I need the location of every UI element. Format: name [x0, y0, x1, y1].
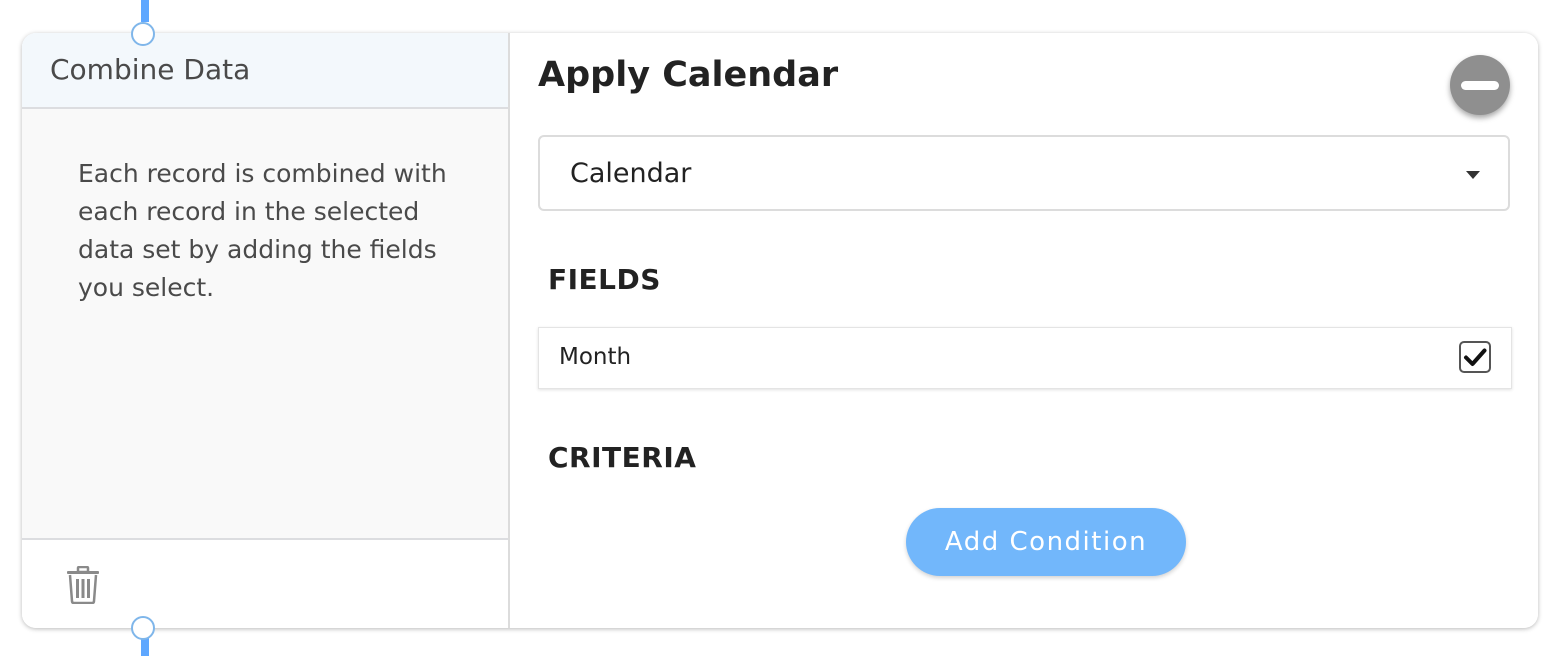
field-row-month[interactable]: Month — [538, 327, 1512, 389]
step-description: Each record is combined with each record… — [78, 159, 447, 302]
trash-icon[interactable] — [66, 566, 100, 604]
step-config-panel: Apply Calendar Calendar FIELDS Month CRI… — [510, 33, 1538, 628]
calendar-select[interactable]: Calendar — [538, 135, 1510, 211]
minus-circle-icon — [1461, 81, 1499, 90]
field-checkbox-month[interactable] — [1459, 341, 1491, 373]
checkmark-icon — [1464, 348, 1487, 366]
field-label: Month — [559, 344, 632, 370]
connector-node-top[interactable] — [131, 22, 155, 46]
remove-step-button[interactable] — [1450, 55, 1510, 115]
step-card: Combine Data Each record is combined wit… — [22, 33, 1538, 628]
connector-line-top — [141, 0, 149, 22]
fields-heading: FIELDS — [548, 263, 661, 296]
step-info-panel: Combine Data Each record is combined wit… — [22, 33, 510, 628]
criteria-heading: CRITERIA — [548, 441, 697, 474]
chevron-down-icon — [1466, 171, 1480, 179]
connector-line-bottom — [141, 638, 149, 656]
step-title: Apply Calendar — [538, 55, 839, 95]
step-info-footer — [22, 538, 508, 628]
connector-node-bottom[interactable] — [131, 616, 155, 640]
add-condition-button[interactable]: Add Condition — [906, 508, 1186, 576]
step-info-header: Combine Data — [22, 33, 508, 109]
step-type-title: Combine Data — [50, 53, 251, 86]
calendar-select-value: Calendar — [570, 158, 692, 189]
